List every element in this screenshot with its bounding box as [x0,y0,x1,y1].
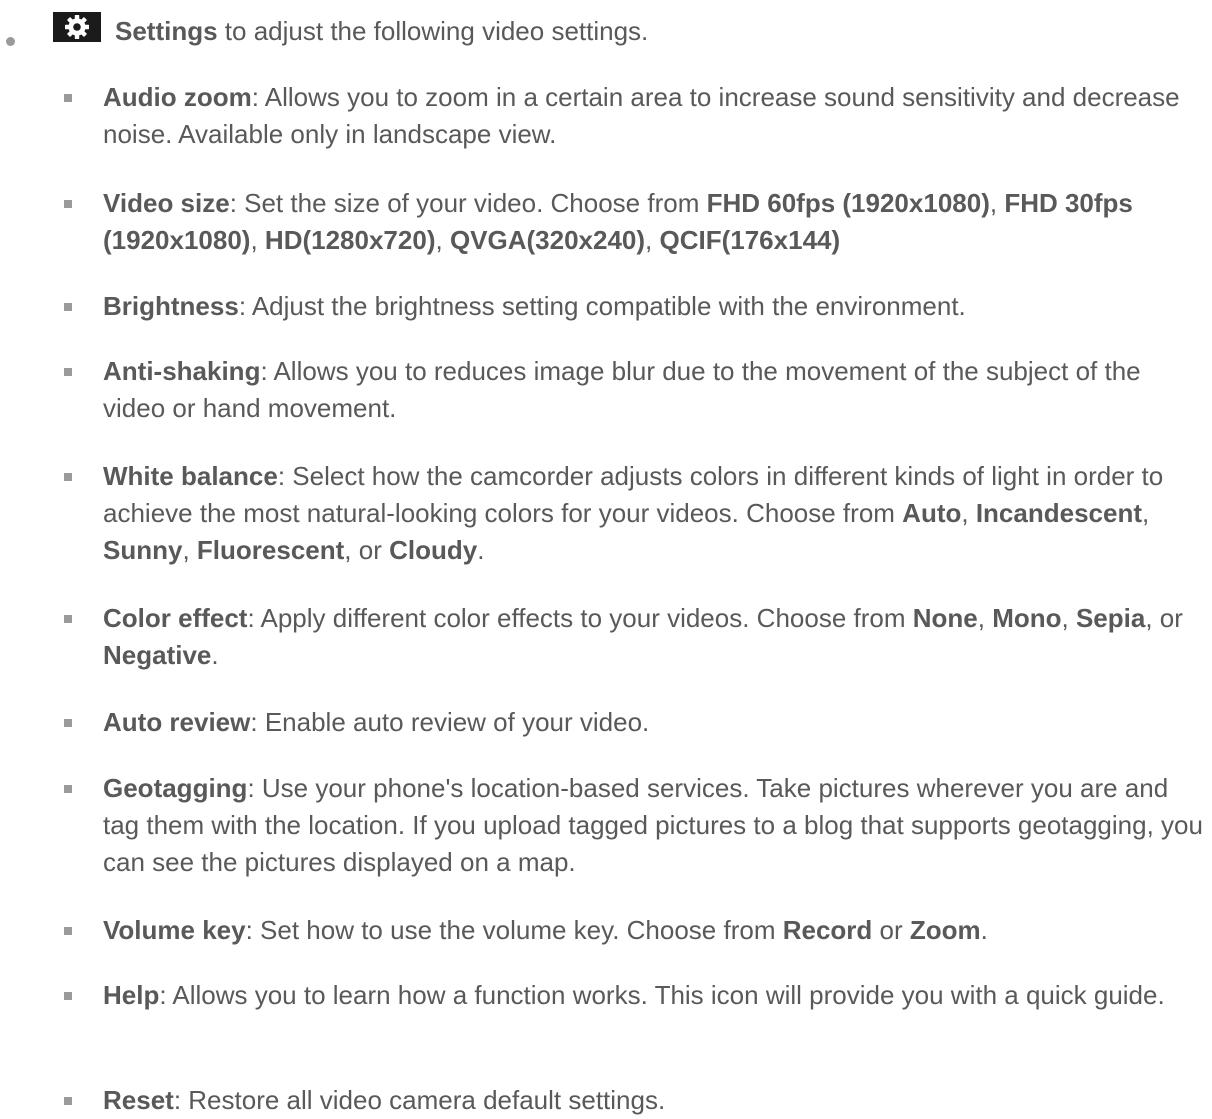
item-sep: , or [1145,603,1183,633]
item-option: Mono [992,603,1062,633]
bullet-dot [6,37,15,46]
bullet-square [64,200,72,208]
item-term: White balance [103,461,278,491]
item-desc: : Apply different color effects to your … [247,603,913,633]
item-option: HD(1280x720) [264,225,436,255]
item-option: Cloudy [389,535,478,565]
bullet-square [64,303,72,311]
item-option: Zoom [909,915,981,945]
item-text: Reset: Restore all video camera default … [103,1082,1207,1119]
item-desc: : Set the size of your video. Choose fro… [229,188,707,218]
item-text: Volume key: Set how to use the volume ke… [103,912,1207,949]
bullet-square [64,615,72,623]
item-text: Anti-shaking: Allows you to reduces imag… [103,353,1207,427]
item-desc: : Use your phone's location-based servic… [103,773,1203,877]
item-sep: , or [344,535,390,565]
item-desc: : Adjust the brightness setting compatib… [238,291,966,321]
bullet-square [64,927,72,935]
item-term: Video size [103,188,230,218]
settings-bullet: Settings to adjust the following video s… [0,10,1212,56]
item-text: Audio zoom: Allows you to zoom in a cert… [103,79,1207,153]
item-option: FHD 60fps (1920x1080) [706,188,990,218]
bullet-square [64,94,72,102]
bullet-square [64,719,72,727]
bullet-square [64,368,72,376]
item-text: Color effect: Apply different color effe… [103,600,1207,674]
settings-label: Settings [115,16,218,46]
item-option: Negative [103,640,212,670]
item-sep: . [980,915,988,945]
item-text: White balance: Select how the camcorder … [103,458,1207,569]
item-text: Help: Allows you to learn how a function… [103,977,1207,1014]
item-desc: : Restore all video camera default setti… [173,1085,666,1115]
item-text: Video size: Set the size of your video. … [103,185,1207,259]
item-option: Sunny [103,535,183,565]
item-sep: , [1142,498,1150,528]
item-sep: or [872,915,910,945]
item-desc: : Allows you to learn how a function wor… [159,980,1165,1010]
bullet-square [64,473,72,481]
item-desc: : Enable auto review of your video. [250,707,650,737]
item-option: Incandescent [975,498,1142,528]
item-sep: , [1061,603,1076,633]
item-option: Auto [902,498,962,528]
item-sep: , [435,225,450,255]
intro-text: Settings to adjust the following video s… [115,13,648,50]
item-term: Auto review [103,707,251,737]
item-term: Color effect [103,603,248,633]
item-term: Help [103,980,160,1010]
item-sep: , [977,603,993,633]
bullet-square [64,992,72,1000]
item-desc: : Set how to use the volume key. Choose … [245,915,783,945]
item-option: None [912,603,978,633]
item-option: Fluorescent [196,535,345,565]
item-option: QVGA(320x240) [449,225,646,255]
item-term: Volume key [103,915,246,945]
item-sep: , [182,535,197,565]
item-option: Sepia [1075,603,1146,633]
item-desc: : Allows you to zoom in a certain area t… [103,82,1180,149]
item-term: Reset [103,1085,174,1115]
item-sep: , [961,498,976,528]
item-term: Brightness [103,291,239,321]
item-sep: , [250,225,265,255]
item-term: Anti-shaking [103,356,261,386]
bullet-square [64,785,72,793]
item-term: Geotagging [103,773,248,803]
item-term: Audio zoom [103,82,252,112]
item-sep: , [989,188,1005,218]
item-option: Record [782,915,873,945]
intro-rest: to adjust the following video settings. [217,16,649,46]
item-option: QCIF(176x144) [659,225,841,255]
item-text: Auto review: Enable auto review of your … [103,704,1207,741]
item-sep: , [645,225,660,255]
item-sep: . [211,640,219,670]
item-text: Geotagging: Use your phone's location-ba… [103,770,1207,881]
item-text: Brightness: Adjust the brightness settin… [103,288,1207,325]
gear-icon [53,12,101,42]
bullet-square [64,1097,72,1105]
item-sep: . [477,535,485,565]
